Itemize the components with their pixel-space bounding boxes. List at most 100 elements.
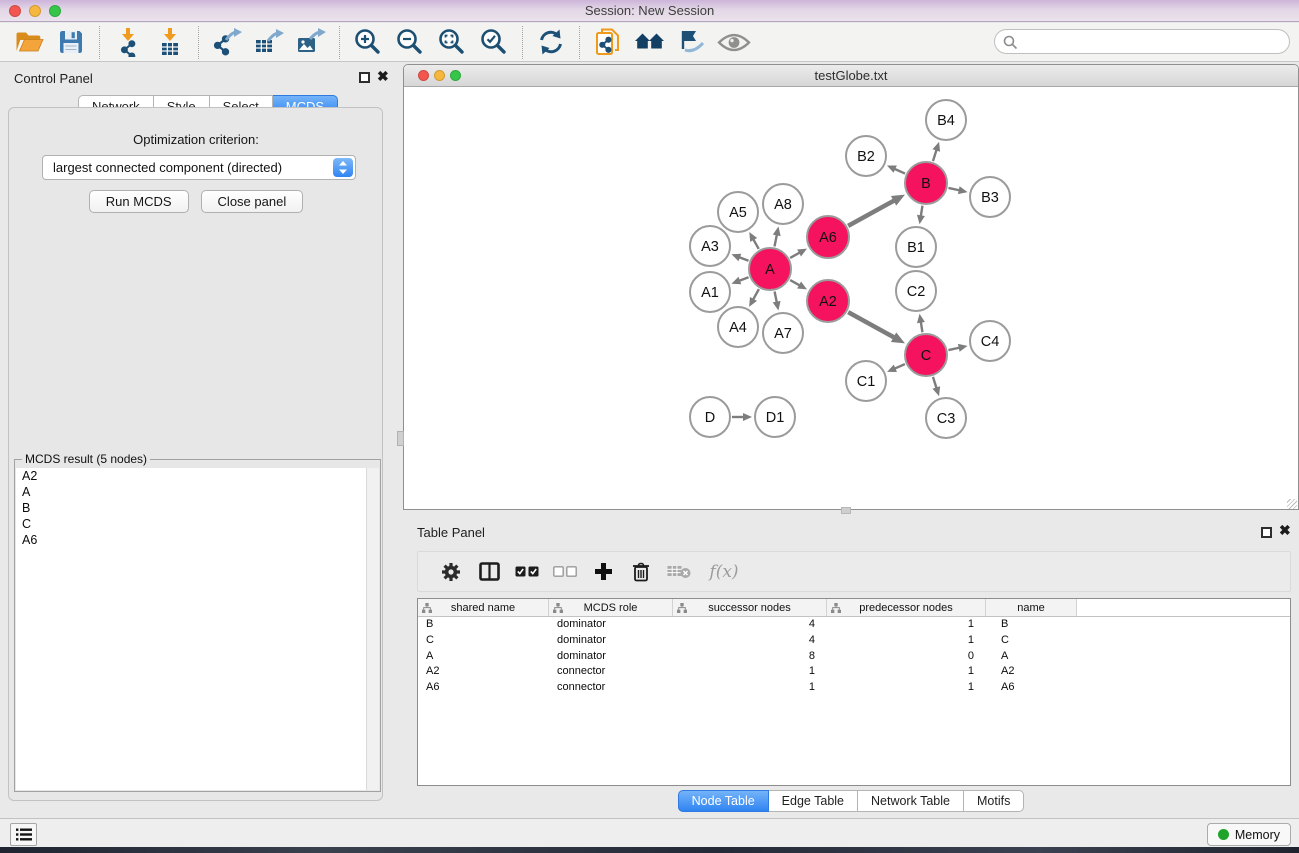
network-minimize-button[interactable] <box>434 70 445 81</box>
edge-A-A3[interactable] <box>739 257 749 261</box>
edge-A-A4[interactable] <box>753 289 759 300</box>
network-canvas[interactable]: B4B2BB3A5A8A6B1A3AC2A1A2A4A7C4CC1C3DD1 <box>404 87 1298 509</box>
close-panel-button[interactable]: Close panel <box>201 190 304 213</box>
result-scrollbar[interactable] <box>366 468 379 790</box>
zoom-out-icon[interactable] <box>389 24 431 60</box>
column-header-predecessor-nodes[interactable]: predecessor nodes <box>827 599 986 616</box>
import-table-icon[interactable] <box>149 24 191 60</box>
edge-A-A2[interactable] <box>790 280 800 285</box>
save-session-icon[interactable] <box>50 24 92 60</box>
table-row[interactable]: Bdominator41B <box>418 617 1290 633</box>
edge-A-A1[interactable] <box>739 277 749 281</box>
edge-A-A6[interactable] <box>790 252 800 257</box>
edge-arrowhead <box>731 277 741 284</box>
select-all-checkboxes-icon[interactable] <box>508 555 546 589</box>
deselect-all-checkboxes-icon[interactable] <box>546 555 584 589</box>
edge-A-A8[interactable] <box>775 234 777 246</box>
table-tab-node-table[interactable]: Node Table <box>678 790 769 812</box>
minimize-window-button[interactable] <box>29 5 41 17</box>
float-table-panel-icon[interactable] <box>1261 527 1272 538</box>
edge-C-C3[interactable] <box>933 377 937 389</box>
criterion-dropdown[interactable]: largest connected component (directed) <box>42 155 356 180</box>
edge-C-C1[interactable] <box>894 364 904 369</box>
graph-node-label-A5: A5 <box>729 205 747 221</box>
delete-table-icon[interactable] <box>660 555 698 589</box>
edge-B-B1[interactable] <box>921 206 923 217</box>
panel-divider-handle[interactable] <box>397 431 404 446</box>
search-field[interactable] <box>994 29 1290 54</box>
table-tab-network-table[interactable]: Network Table <box>858 790 964 812</box>
add-row-icon[interactable] <box>584 555 622 589</box>
result-item[interactable]: C <box>16 516 367 532</box>
edge-A6-B[interactable] <box>848 200 894 226</box>
close-window-button[interactable] <box>9 5 21 17</box>
network-graph-svg[interactable]: B4B2BB3A5A8A6B1A3AC2A1A2A4A7C4CC1C3DD1 <box>404 87 1298 509</box>
graph-node-label-B: B <box>921 176 931 192</box>
network-maximize-button[interactable] <box>450 70 461 81</box>
table-tab-motifs[interactable]: Motifs <box>964 790 1024 812</box>
float-panel-icon[interactable] <box>359 72 370 83</box>
refresh-layout-icon[interactable] <box>530 24 572 60</box>
settings-gear-icon[interactable] <box>432 555 470 589</box>
edge-C-C2[interactable] <box>921 322 923 333</box>
result-item[interactable]: B <box>16 500 367 516</box>
zoom-in-icon[interactable] <box>347 24 389 60</box>
graph-node-label-C2: C2 <box>907 284 926 300</box>
result-item[interactable]: A6 <box>16 532 367 548</box>
table-row[interactable]: A6connector11A6 <box>418 680 1290 696</box>
hide-selected-icon[interactable] <box>671 24 713 60</box>
column-header-shared-name[interactable]: shared name <box>418 599 549 616</box>
table-row[interactable]: Adominator80A <box>418 649 1290 665</box>
zoom-fit-icon[interactable] <box>431 24 473 60</box>
maximize-window-button[interactable] <box>49 5 61 17</box>
delete-row-trash-icon[interactable] <box>622 555 660 589</box>
run-mcds-button[interactable]: Run MCDS <box>89 190 189 213</box>
result-item[interactable]: A <box>16 484 367 500</box>
edge-B-B4[interactable] <box>933 150 937 162</box>
edge-B-B3[interactable] <box>948 188 959 190</box>
edge-B-B2[interactable] <box>894 169 905 174</box>
edge-arrowhead <box>743 413 752 421</box>
network-close-button[interactable] <box>418 70 429 81</box>
search-input[interactable] <box>1023 31 1283 52</box>
export-table-icon[interactable] <box>248 24 290 60</box>
column-view-icon[interactable] <box>470 555 508 589</box>
control-panel-title: Control Panel <box>14 71 93 86</box>
main-titlebar: Session: New Session <box>0 0 1299 22</box>
edge-arrowhead <box>958 186 968 194</box>
table-row[interactable]: Cdominator41C <box>418 633 1290 649</box>
clone-network-icon[interactable] <box>587 24 629 60</box>
graph-node-label-A2: A2 <box>819 294 837 310</box>
edge-arrowhead <box>773 301 781 311</box>
memory-button[interactable]: Memory <box>1207 823 1291 846</box>
import-network-icon[interactable] <box>107 24 149 60</box>
close-panel-icon[interactable]: ✖ <box>377 68 389 85</box>
graph-node-label-A1: A1 <box>701 285 719 301</box>
export-image-icon[interactable] <box>290 24 332 60</box>
table-cell: B <box>986 617 1077 633</box>
first-neighbors-icon[interactable] <box>629 24 671 60</box>
table-row[interactable]: A2connector11A2 <box>418 664 1290 680</box>
column-header-name[interactable]: name <box>986 599 1077 616</box>
mcds-result-list[interactable]: A2ABCA6 <box>16 468 367 790</box>
edge-C-C4[interactable] <box>948 348 959 350</box>
edge-A-A7[interactable] <box>775 292 777 303</box>
export-network-icon[interactable] <box>206 24 248 60</box>
resize-grip[interactable] <box>1287 499 1297 509</box>
column-header-MCDS-role[interactable]: MCDS role <box>549 599 673 616</box>
zoom-selected-icon[interactable] <box>473 24 515 60</box>
show-all-icon[interactable] <box>713 24 755 60</box>
dropdown-stepper-icon[interactable] <box>333 158 353 177</box>
horizontal-divider-handle[interactable] <box>841 507 851 514</box>
table-tab-edge-table[interactable]: Edge Table <box>769 790 858 812</box>
close-table-panel-icon[interactable]: ✖ <box>1279 522 1291 539</box>
node-table[interactable]: shared nameMCDS rolesuccessor nodesprede… <box>417 598 1291 786</box>
edge-A-A5[interactable] <box>753 239 759 249</box>
column-header-successor-nodes[interactable]: successor nodes <box>673 599 827 616</box>
result-item[interactable]: A2 <box>16 468 367 484</box>
open-session-icon[interactable] <box>8 24 50 60</box>
function-builder-icon[interactable]: f(x) <box>698 555 750 589</box>
task-history-button[interactable] <box>10 823 37 846</box>
edge-A2-C[interactable] <box>848 312 894 338</box>
toolbar-separator <box>522 26 523 59</box>
